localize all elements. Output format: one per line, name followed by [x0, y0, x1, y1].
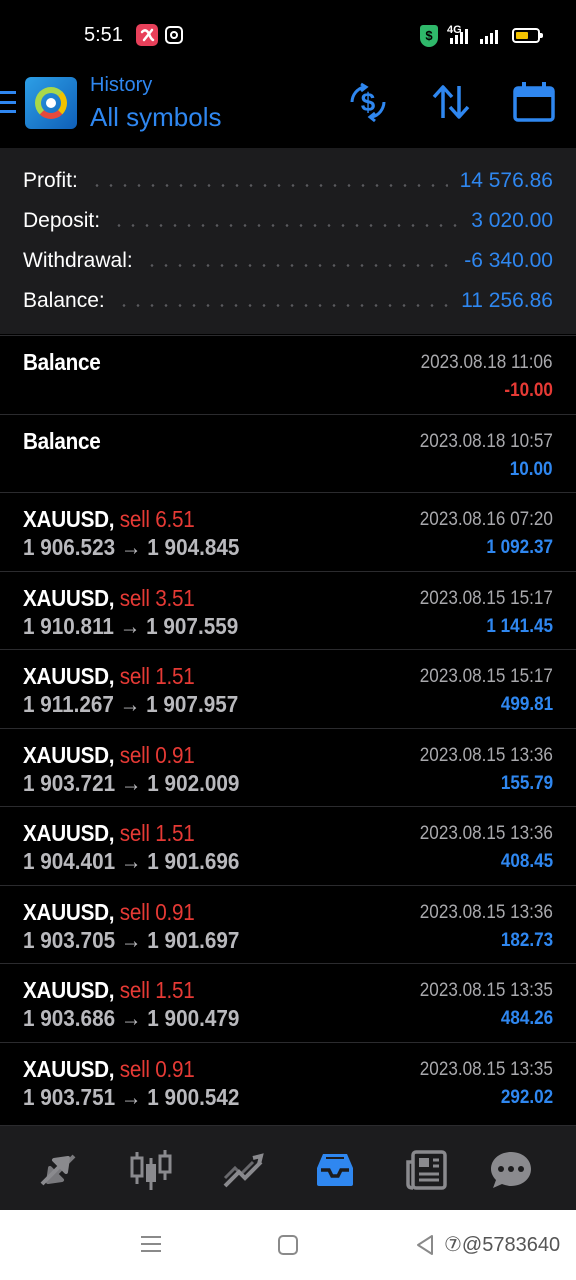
system-nav-bar: ⑦@5783640 — [0, 1210, 576, 1280]
deposit-filter-icon[interactable]: $ — [346, 80, 390, 124]
bottom-nav — [0, 1125, 576, 1210]
clock: 5:51 — [84, 24, 123, 46]
page-title[interactable]: All symbols — [90, 102, 221, 133]
summary-label: Withdrawal: — [23, 249, 133, 272]
chat-bubble-icon[interactable] — [489, 1148, 533, 1192]
deal-time: 2023.08.15 15:17 — [419, 587, 553, 609]
deal-profit: 1 092.37 — [486, 537, 553, 558]
deal-symbol: XAUUSD, sell 0.91 — [23, 898, 195, 925]
summary-label: Balance: — [23, 289, 105, 312]
candlestick-icon[interactable] — [129, 1148, 173, 1192]
deal-symbol: Balance — [23, 427, 101, 454]
deals-list: Balance 2023.08.18 11:06 -10.00 Balance … — [0, 335, 576, 1120]
deal-prices: 1 906.523 → 1 904.845 — [23, 534, 240, 560]
deal-prices: 1 903.705 → 1 901.697 — [23, 926, 240, 953]
deal-profit: 484.26 — [500, 1008, 553, 1029]
list-item[interactable]: Balance 2023.08.18 10:57 10.00 — [0, 413, 576, 493]
app-logo[interactable] — [25, 77, 77, 129]
summary-row-profit: Profit: 14 576.86 — [23, 164, 553, 198]
deal-symbol: XAUUSD, sell 0.91 — [23, 741, 195, 768]
list-item[interactable]: XAUUSD, sell 1.51 1 903.686 → 1 900.479 … — [0, 963, 576, 1042]
summary-row-withdrawal: Withdrawal: -6 340.00 — [23, 244, 553, 278]
dotted-leader — [112, 223, 460, 227]
list-item[interactable]: XAUUSD, sell 0.91 1 903.721 → 1 902.009 … — [0, 727, 576, 807]
deal-symbol: XAUUSD, sell 3.51 — [23, 584, 195, 611]
deal-profit: 182.73 — [500, 929, 553, 951]
summary-value: 14 576.86 — [459, 169, 553, 192]
deal-prices: 1 903.721 → 1 902.009 — [23, 769, 240, 796]
list-item[interactable]: XAUUSD, sell 1.51 1 904.401 → 1 901.696 … — [0, 806, 576, 885]
app-header: History All symbols $ — [0, 72, 576, 148]
deal-prices: 1 910.811 → 1 907.559 — [23, 612, 239, 639]
deal-time: 2023.08.16 07:20 — [419, 509, 553, 530]
deal-prices: 1 904.401 → 1 901.696 — [23, 848, 240, 874]
deal-symbol: XAUUSD, sell 1.51 — [23, 820, 195, 846]
deal-symbol: XAUUSD, sell 0.91 — [23, 1055, 195, 1082]
deal-profit: 408.45 — [500, 851, 553, 872]
summary-label: Deposit: — [23, 209, 101, 232]
inbox-icon[interactable] — [313, 1148, 357, 1192]
deal-time: 2023.08.18 10:57 — [419, 430, 553, 452]
summary-value: -6 340.00 — [464, 249, 553, 272]
deal-prices: 1 903.751 → 1 900.542 — [23, 1083, 240, 1110]
deal-symbol: Balance — [23, 349, 101, 375]
deal-symbol: XAUUSD, sell 6.51 — [23, 506, 195, 532]
back-button[interactable] — [414, 1234, 436, 1256]
deal-symbol: XAUUSD, sell 1.51 — [23, 663, 195, 689]
deal-profit: 292.02 — [500, 1086, 553, 1108]
trend-line-icon[interactable] — [221, 1148, 265, 1192]
deal-profit: 10.00 — [510, 458, 553, 480]
deal-time: 2023.08.18 11:06 — [421, 352, 553, 373]
dotted-leader — [116, 303, 450, 307]
menu-icon[interactable] — [0, 91, 16, 113]
deal-profit: 155.79 — [500, 772, 553, 794]
watermark-text: ⑦@5783640 — [444, 1234, 561, 1256]
calendar-icon[interactable] — [512, 80, 556, 124]
vpn-shield-icon: $ — [420, 25, 438, 47]
list-item[interactable]: XAUUSD, sell 1.51 1 911.267 → 1 907.957 … — [0, 649, 576, 728]
list-item[interactable]: XAUUSD, sell 0.91 1 903.705 → 1 901.697 … — [0, 884, 576, 964]
instagram-icon — [165, 26, 183, 44]
deal-time: 2023.08.15 15:17 — [419, 666, 553, 687]
list-item[interactable]: XAUUSD, sell 6.51 1 906.523 → 1 904.845 … — [0, 492, 576, 571]
summary-value: 3 020.00 — [471, 209, 553, 232]
summary-row-deposit: Deposit: 3 020.00 — [23, 204, 553, 238]
deal-profit: 1 141.45 — [486, 615, 553, 637]
deal-time: 2023.08.15 13:35 — [419, 980, 553, 1001]
deal-prices: 1 911.267 → 1 907.957 — [23, 691, 239, 717]
summary-row-balance: Balance: 11 256.86 — [23, 284, 553, 318]
signal-icon — [450, 26, 474, 44]
deal-time: 2023.08.15 13:36 — [419, 901, 553, 923]
signal-icon-2 — [480, 26, 504, 44]
dotted-leader — [144, 263, 453, 267]
page-subtitle: History — [90, 74, 153, 96]
deal-time: 2023.08.15 13:36 — [419, 744, 553, 766]
home-button[interactable] — [278, 1235, 298, 1255]
deal-time: 2023.08.15 13:35 — [419, 1058, 553, 1080]
list-item[interactable]: Balance 2023.08.18 11:06 -10.00 — [0, 335, 576, 414]
deal-symbol: XAUUSD, sell 1.51 — [23, 977, 195, 1003]
deal-prices: 1 903.686 → 1 900.479 — [23, 1005, 240, 1031]
deal-time: 2023.08.15 13:36 — [419, 823, 553, 844]
deal-profit: 499.81 — [500, 694, 553, 715]
status-bar: 5:51 $ 4G — [0, 0, 576, 72]
app-alpha-icon — [136, 24, 158, 46]
battery-icon — [512, 28, 543, 43]
summary-value: 11 256.86 — [461, 289, 553, 312]
recent-apps-button[interactable] — [141, 1236, 161, 1252]
dotted-leader — [89, 183, 448, 187]
summary-label: Profit: — [23, 169, 78, 192]
deal-profit: -10.00 — [504, 380, 553, 401]
summary-panel: Profit: 14 576.86 Deposit: 3 020.00 With… — [0, 148, 576, 334]
list-item[interactable]: XAUUSD, sell 3.51 1 910.811 → 1 907.559 … — [0, 570, 576, 650]
quotes-arrows-icon[interactable] — [36, 1148, 80, 1192]
list-item[interactable]: XAUUSD, sell 0.91 1 903.751 → 1 900.542 … — [0, 1041, 576, 1121]
sort-icon[interactable] — [429, 80, 473, 124]
newspaper-icon[interactable] — [405, 1148, 449, 1192]
